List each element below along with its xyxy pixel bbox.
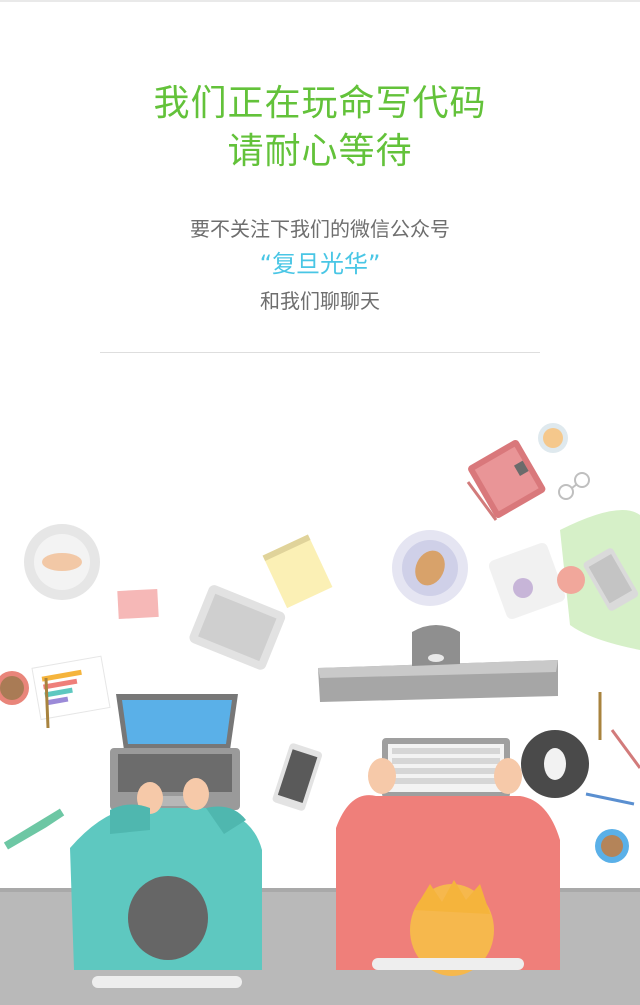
coffee-cup-icon — [0, 671, 29, 705]
notebook-icon — [468, 439, 546, 519]
follow-prompt-text: 要不关注下我们的微信公众号 — [190, 217, 450, 241]
loading-page: 我们正在玩命写代码 请耐心等待 要不关注下我们的微信公众号 “复旦光华” 和我们… — [0, 0, 640, 1005]
tablet-icon — [189, 585, 286, 670]
keyboard-icon — [382, 738, 510, 798]
headline-line-2: 请耐心等待 — [227, 131, 413, 172]
pencil-icon — [585, 792, 635, 806]
pencil-icon — [610, 729, 640, 769]
sticky-note-icon — [117, 588, 159, 620]
notepad-icon — [262, 534, 333, 609]
laptop-icon — [110, 694, 240, 810]
wechat-account-name: “复旦光华” — [259, 250, 381, 278]
headline-line-1: 我们正在玩命写代码 — [153, 83, 487, 124]
plate-icon — [24, 524, 100, 600]
top-border — [0, 0, 640, 2]
monitor-icon — [318, 625, 558, 702]
coffee-cup-icon — [595, 829, 629, 863]
chat-invite-text: 和我们聊聊天 — [260, 289, 380, 313]
coffee-cup-icon — [538, 423, 568, 453]
chart-sheet-icon — [31, 655, 111, 721]
mouse-icon — [521, 730, 589, 798]
phone-icon — [272, 743, 323, 811]
triangle-ruler-icon — [3, 808, 65, 850]
pencil-icon — [44, 677, 50, 729]
glasses-icon — [558, 472, 590, 500]
divider — [100, 352, 540, 353]
coding-desk-illustration — [0, 423, 640, 1005]
plate-icon — [392, 530, 468, 606]
